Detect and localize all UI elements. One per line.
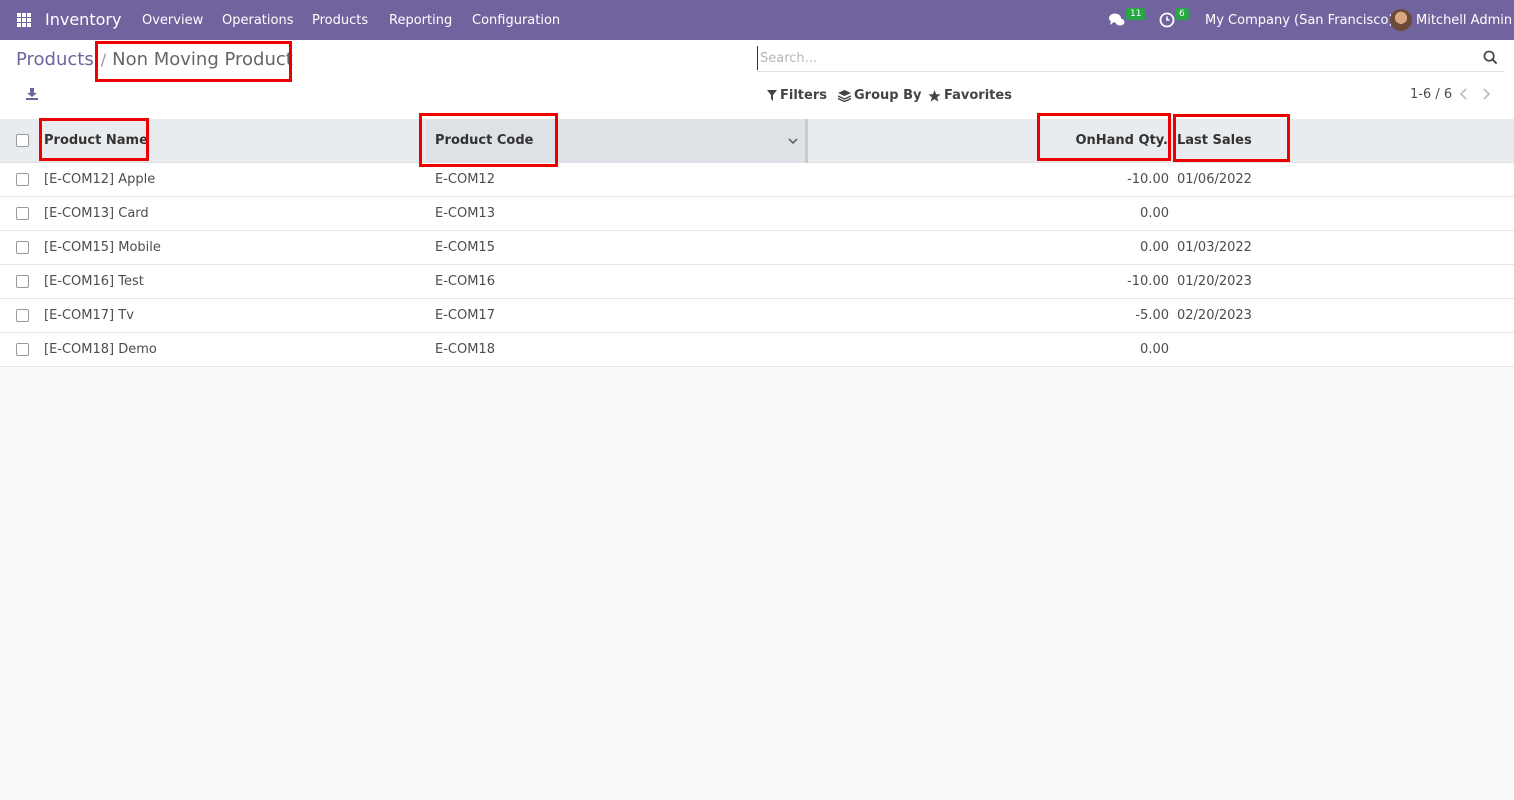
cell-product-name: [E-COM15] Mobile xyxy=(44,240,161,255)
table-row[interactable]: [E-COM12] Apple E-COM12 -10.00 01/06/202… xyxy=(0,163,1514,197)
breadcrumb: Products / Non Moving Product xyxy=(16,49,293,70)
user-avatar[interactable] xyxy=(1390,9,1412,31)
pager-value[interactable]: 1-6 / 6 xyxy=(1410,87,1452,102)
breadcrumb-products[interactable]: Products xyxy=(16,49,94,70)
cell-onhand-qty: 0.00 xyxy=(1140,206,1169,221)
cell-last-sales: 01/03/2022 xyxy=(1177,240,1252,255)
row-checkbox[interactable] xyxy=(16,207,29,220)
cell-product-name: [E-COM12] Apple xyxy=(44,172,156,187)
row-checkbox[interactable] xyxy=(16,309,29,322)
table-row[interactable]: [E-COM15] Mobile E-COM15 0.00 01/03/2022 xyxy=(0,231,1514,265)
cell-product-code: E-COM13 xyxy=(435,206,495,221)
chevron-right-icon[interactable] xyxy=(1478,86,1494,102)
chevron-left-icon[interactable] xyxy=(1456,86,1472,102)
menu-products[interactable]: Products xyxy=(312,13,368,28)
cell-onhand-qty: -10.00 xyxy=(1127,274,1169,289)
table-header: Product Name Product Code OnHand Qty. La… xyxy=(0,119,1514,163)
menu-operations[interactable]: Operations xyxy=(222,13,293,28)
cell-last-sales: 01/06/2022 xyxy=(1177,172,1252,187)
apps-menu-icon[interactable] xyxy=(17,13,31,27)
favorites-label: Favorites xyxy=(944,88,1012,103)
table-row[interactable]: [E-COM16] Test E-COM16 -10.00 01/20/2023 xyxy=(0,265,1514,299)
menu-reporting[interactable]: Reporting xyxy=(389,13,452,28)
cell-product-code: E-COM18 xyxy=(435,342,495,357)
cell-product-name: [E-COM13] Card xyxy=(44,206,149,221)
filter-icon xyxy=(767,90,777,101)
row-checkbox[interactable] xyxy=(16,275,29,288)
cell-onhand-qty: 0.00 xyxy=(1140,240,1169,255)
activities-badge: 6 xyxy=(1175,8,1189,20)
column-header-onhand-qty[interactable]: OnHand Qty. xyxy=(1060,119,1168,163)
table-row[interactable]: [E-COM17] Tv E-COM17 -5.00 02/20/2023 xyxy=(0,299,1514,333)
download-icon[interactable] xyxy=(25,87,39,101)
cell-last-sales: 01/20/2023 xyxy=(1177,274,1252,289)
cell-product-code: E-COM12 xyxy=(435,172,495,187)
cell-onhand-qty: -10.00 xyxy=(1127,172,1169,187)
breadcrumb-separator: / xyxy=(100,50,107,69)
search-input[interactable] xyxy=(757,46,1457,70)
row-checkbox[interactable] xyxy=(16,173,29,186)
favorites-button[interactable]: Favorites xyxy=(928,88,1012,103)
app-name[interactable]: Inventory xyxy=(45,10,121,29)
cell-product-name: [E-COM16] Test xyxy=(44,274,144,289)
cell-onhand-qty: 0.00 xyxy=(1140,342,1169,357)
row-checkbox[interactable] xyxy=(16,241,29,254)
top-navbar: Inventory Overview Operations Products R… xyxy=(0,0,1514,40)
table-row[interactable]: [E-COM13] Card E-COM13 0.00 xyxy=(0,197,1514,231)
column-header-product-code[interactable]: Product Code xyxy=(435,119,533,163)
select-all-checkbox[interactable] xyxy=(16,134,29,147)
filters-button[interactable]: Filters xyxy=(767,88,827,103)
cell-product-code: E-COM17 xyxy=(435,308,495,323)
menu-configuration[interactable]: Configuration xyxy=(472,13,560,28)
user-menu[interactable]: Mitchell Admin xyxy=(1416,13,1512,28)
cell-product-name: [E-COM17] Tv xyxy=(44,308,134,323)
cell-product-name: [E-COM18] Demo xyxy=(44,342,157,357)
column-header-product-name[interactable]: Product Name xyxy=(44,119,148,163)
company-switcher[interactable]: My Company (San Francisco) xyxy=(1205,13,1393,28)
star-icon xyxy=(928,89,941,102)
layers-icon xyxy=(838,89,851,102)
group-by-button[interactable]: Group By xyxy=(838,88,921,103)
cell-onhand-qty: -5.00 xyxy=(1135,308,1169,323)
product-list-table: Product Name Product Code OnHand Qty. La… xyxy=(0,119,1514,367)
cell-last-sales: 02/20/2023 xyxy=(1177,308,1252,323)
messages-badge: 11 xyxy=(1126,8,1146,20)
control-panel: Products / Non Moving Product Filters Gr… xyxy=(0,40,1514,119)
page-title: Non Moving Product xyxy=(112,49,293,70)
cell-product-code: E-COM16 xyxy=(435,274,495,289)
column-header-last-sales[interactable]: Last Sales xyxy=(1177,119,1252,163)
table-row[interactable]: [E-COM18] Demo E-COM18 0.00 xyxy=(0,333,1514,367)
chevron-down-icon[interactable] xyxy=(787,135,799,147)
column-resizer[interactable] xyxy=(805,119,808,163)
cell-product-code: E-COM15 xyxy=(435,240,495,255)
search-icon[interactable] xyxy=(1483,50,1498,65)
clock-icon[interactable] xyxy=(1159,12,1175,28)
row-checkbox[interactable] xyxy=(16,343,29,356)
chat-icon[interactable] xyxy=(1109,12,1125,28)
group-by-label: Group By xyxy=(854,88,922,103)
filters-label: Filters xyxy=(780,88,827,103)
search-bar xyxy=(757,46,1504,72)
menu-overview[interactable]: Overview xyxy=(142,13,203,28)
